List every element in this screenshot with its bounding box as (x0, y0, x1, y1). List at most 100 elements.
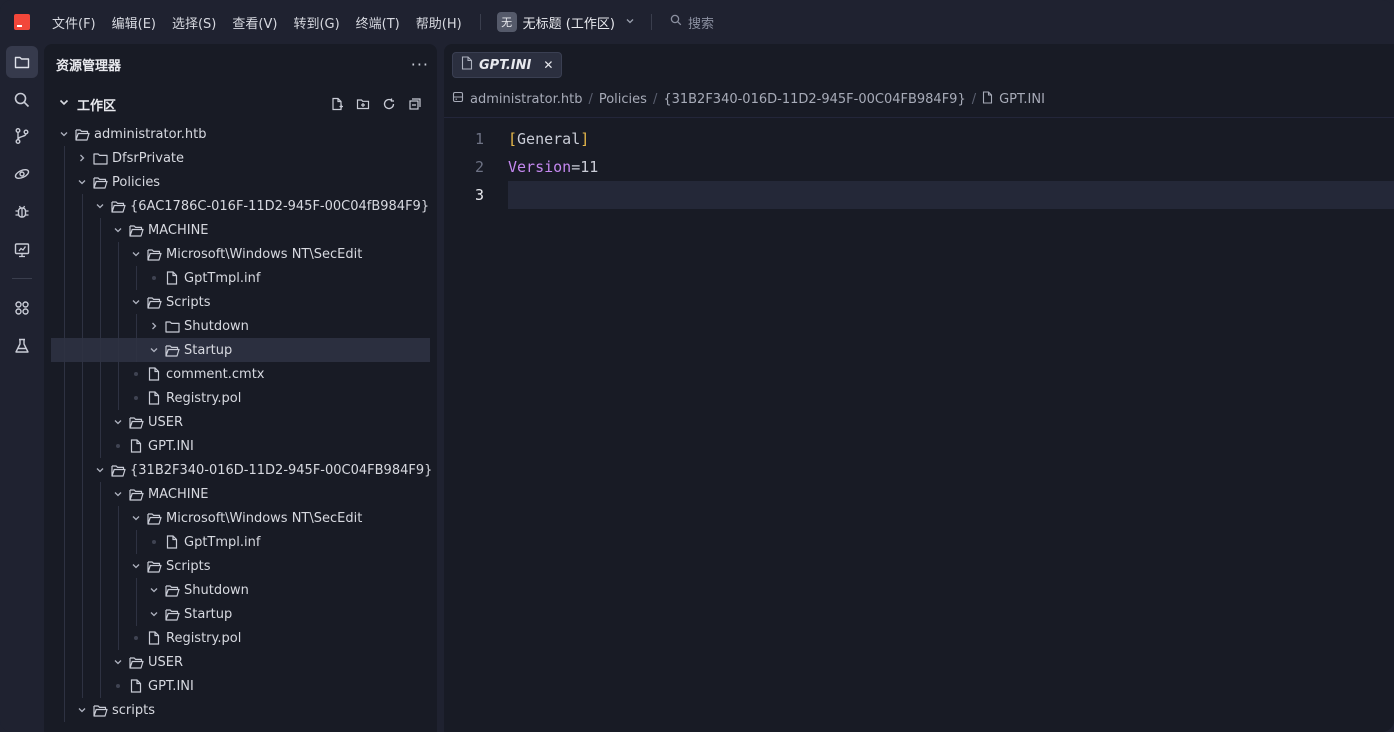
command-search[interactable]: 搜索 (662, 13, 714, 32)
collapse-all-icon[interactable] (407, 96, 423, 112)
search-icon[interactable] (6, 84, 38, 116)
code-editor[interactable]: 1 [General] 2 Version=11 3 (444, 125, 1394, 209)
breadcrumb-label: GPT.INI (999, 91, 1045, 107)
breadcrumb-separator: / (588, 91, 593, 107)
indent-guide (118, 506, 119, 530)
tree-leaf-dot (146, 534, 162, 550)
indent-guide (118, 266, 119, 290)
menu-help[interactable]: 帮助(H) (408, 13, 470, 32)
tree-item-label: Scripts (166, 294, 211, 310)
folder-open-icon (146, 294, 162, 310)
line-number: 1 (474, 130, 484, 148)
tree-folder-row[interactable]: {6AC1786C-016F-11D2-945F-00C04fB984F9} (44, 194, 437, 218)
workspace-switcher[interactable]: 无 无标题 (工作区) (491, 12, 641, 32)
extensions-icon[interactable] (6, 292, 38, 324)
workspace-section-header[interactable]: 工作区 (44, 92, 437, 116)
app-window: 文件(F) 编辑(E) 选择(S) 查看(V) 转到(G) 终端(T) 帮助(H… (0, 0, 1394, 732)
folder-open-icon (128, 654, 144, 670)
menu-go[interactable]: 转到(G) (285, 13, 347, 32)
menu-edit[interactable]: 编辑(E) (104, 13, 164, 32)
files-icon[interactable] (6, 46, 38, 78)
tab-gpt-ini[interactable]: GPT.INI ✕ (452, 52, 563, 78)
breadcrumb-item[interactable]: GPT.INI (982, 90, 1045, 108)
tree-file-row[interactable]: Registry.pol (44, 626, 437, 650)
new-file-icon[interactable] (329, 96, 345, 112)
tree-leaf-dot (128, 366, 144, 382)
tree-file-row[interactable]: GPT.INI (44, 674, 437, 698)
workspace-label: 工作区 (77, 98, 117, 114)
indent-guide (100, 506, 101, 530)
tree-leaf-dot (146, 270, 162, 286)
menu-terminal[interactable]: 终端(T) (348, 13, 408, 32)
folder-open-icon (74, 126, 90, 142)
close-icon[interactable]: ✕ (543, 58, 553, 72)
indent-guide (64, 698, 65, 722)
refresh-icon[interactable] (381, 96, 397, 112)
more-actions-icon[interactable]: ··· (411, 55, 429, 74)
remote-explorer-icon[interactable] (6, 234, 38, 266)
tree-folder-row[interactable]: USER (44, 410, 437, 434)
indent-guide (64, 650, 65, 674)
chevron-down-icon (58, 96, 70, 112)
indent-guide (82, 386, 83, 410)
section-bracket-close: ] (580, 130, 590, 148)
tree-folder-row[interactable]: Policies (44, 170, 437, 194)
tree-item-label: Registry.pol (166, 390, 242, 406)
menu-file[interactable]: 文件(F) (44, 13, 104, 32)
tree-folder-row[interactable]: Scripts (44, 290, 437, 314)
tree-folder-row[interactable]: Shutdown (44, 314, 437, 338)
indent-guide (64, 482, 65, 506)
tree-item-label: Policies (112, 174, 161, 190)
tree-file-row[interactable]: GptTmpl.inf (44, 266, 437, 290)
indent-guide (136, 266, 137, 290)
indent-guide (100, 434, 101, 458)
indent-guide (100, 314, 101, 338)
tree-folder-row[interactable]: MACHINE (44, 218, 437, 242)
activity-separator (12, 278, 32, 279)
breadcrumb-item[interactable]: administrator.htb (452, 91, 582, 107)
debug-icon[interactable] (6, 196, 38, 228)
tree-file-row[interactable]: GptTmpl.inf (44, 530, 437, 554)
tree-file-row[interactable]: comment.cmtx (44, 362, 437, 386)
remote-icon[interactable] (6, 158, 38, 190)
tree-file-row[interactable]: Registry.pol (44, 386, 437, 410)
tree-folder-row[interactable]: Scripts (44, 554, 437, 578)
indent-guide (100, 266, 101, 290)
menu-view[interactable]: 查看(V) (224, 13, 285, 32)
tree-folder-row[interactable]: USER (44, 650, 437, 674)
tree-file-row[interactable]: GPT.INI (44, 434, 437, 458)
explorer-header: 资源管理器 ··· (56, 52, 429, 76)
tree-folder-row[interactable]: DfsrPrivate (44, 146, 437, 170)
breadcrumb-item[interactable]: {31B2F340-016D-11D2-945F-00C04FB984F9} (663, 92, 965, 107)
current-line-highlight (508, 181, 1394, 209)
indent-guide (100, 626, 101, 650)
breadcrumb-item[interactable]: Policies (599, 92, 647, 107)
search-icon (670, 14, 682, 30)
new-folder-icon[interactable] (355, 96, 371, 112)
tree-folder-row[interactable]: Shutdown (44, 578, 437, 602)
section-name: General (517, 130, 581, 148)
tree-folder-row[interactable]: Microsoft\Windows NT\SecEdit (44, 506, 437, 530)
tree-folder-row[interactable]: administrator.htb (44, 122, 437, 146)
indent-guide (118, 530, 119, 554)
tree-folder-row[interactable]: Startup (44, 602, 437, 626)
indent-guide (100, 602, 101, 626)
testing-icon[interactable] (6, 330, 38, 362)
indent-guide (100, 650, 101, 674)
tree-folder-row[interactable]: MACHINE (44, 482, 437, 506)
breadcrumb-separator: / (971, 91, 977, 107)
chevron-down-icon (110, 486, 126, 502)
chevron-down-icon (74, 174, 90, 190)
indent-guide (100, 410, 101, 434)
tree-folder-row[interactable]: Startup (51, 338, 430, 362)
indent-guide (100, 218, 101, 242)
tree-folder-row[interactable]: scripts (44, 698, 437, 722)
menu-selection[interactable]: 选择(S) (164, 13, 224, 32)
source-control-icon[interactable] (6, 120, 38, 152)
workspace-title: 无标题 (工作区) (522, 16, 615, 32)
tree-folder-row[interactable]: {31B2F340-016D-11D2-945F-00C04FB984F9} (44, 458, 437, 482)
indent-guide (82, 626, 83, 650)
code-line-current: 3 (444, 181, 1394, 209)
tree-folder-row[interactable]: Microsoft\Windows NT\SecEdit (44, 242, 437, 266)
folder-icon (164, 318, 180, 334)
